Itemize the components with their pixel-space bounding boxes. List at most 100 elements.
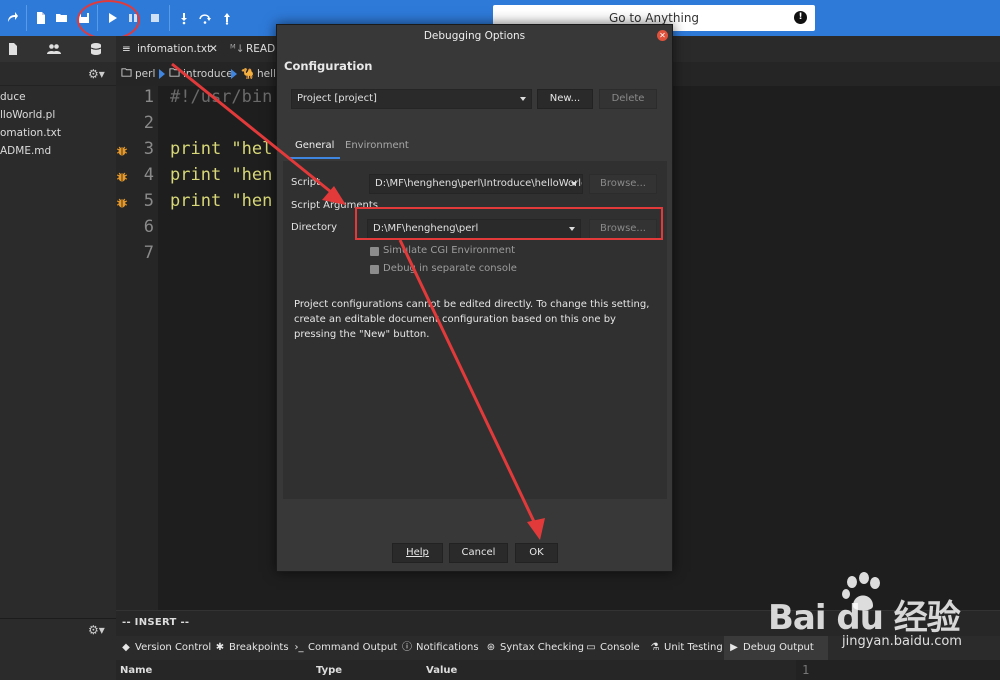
folder-icon bbox=[121, 62, 132, 86]
chevron-down-icon bbox=[571, 182, 577, 186]
tab-notifications[interactable]: ⓘ Notifications bbox=[401, 636, 479, 660]
tab-version-control[interactable]: ◆ Version Control bbox=[120, 636, 211, 660]
code-keyword: print bbox=[170, 191, 222, 211]
breadcrumb-arrow-icon bbox=[159, 69, 165, 79]
column-header-name[interactable]: Name bbox=[120, 665, 152, 676]
code-line: print "hen bbox=[170, 191, 272, 211]
step-over-icon[interactable] bbox=[195, 8, 215, 28]
sidebar-file-item[interactable]: duce bbox=[0, 88, 116, 106]
perl-camel-icon: 🐪 bbox=[241, 68, 255, 80]
tab-unit-testing[interactable]: ⚗ Unit Testing bbox=[649, 636, 723, 660]
breadcrumb-item[interactable]: perl bbox=[135, 62, 155, 86]
script-browse-button[interactable]: Browse... bbox=[589, 174, 657, 194]
breakpoint-bug-icon[interactable] bbox=[116, 145, 128, 157]
code-keyword: print bbox=[170, 165, 222, 185]
toolbar-separator bbox=[169, 5, 170, 31]
close-icon[interactable]: ✕ bbox=[657, 30, 668, 41]
redo-icon[interactable] bbox=[2, 8, 22, 28]
annotation-circle bbox=[77, 0, 140, 40]
debug-output-pane: 1 bbox=[796, 660, 1000, 680]
unit-testing-icon: ⚗ bbox=[650, 642, 660, 653]
separate-console-label: Debug in separate console bbox=[383, 263, 517, 274]
sidebar-file-item[interactable]: lloWorld.pl bbox=[0, 106, 116, 124]
syntax-checking-icon: ⊛ bbox=[486, 642, 496, 653]
gear-icon[interactable]: ⚙▾ bbox=[88, 67, 110, 81]
breadcrumb-item[interactable]: introduce bbox=[183, 62, 233, 86]
code-line: #!/usr/bin bbox=[170, 87, 273, 107]
step-into-icon[interactable] bbox=[174, 8, 194, 28]
breadcrumb-arrow-icon bbox=[231, 69, 237, 79]
cancel-button[interactable]: Cancel bbox=[449, 543, 508, 563]
annotation-highlight-box bbox=[355, 207, 663, 240]
project-config-note: Project configurations cannot be edited … bbox=[294, 299, 650, 340]
tab-console[interactable]: ▭ Console bbox=[585, 636, 639, 660]
separate-console-checkbox[interactable] bbox=[370, 265, 379, 274]
tab-infomation-txt[interactable]: infomation.txt bbox=[137, 36, 211, 62]
tab-lines-icon: ≡ bbox=[122, 43, 131, 55]
column-header-type[interactable]: Type bbox=[316, 665, 342, 676]
help-button[interactable]: Help bbox=[392, 543, 443, 563]
debug-output-icon: ▶ bbox=[730, 642, 738, 653]
line-number: 7 bbox=[143, 243, 154, 263]
line-number: 4 bbox=[143, 165, 154, 185]
close-icon[interactable]: ✕ bbox=[209, 36, 218, 62]
simulate-cgi-checkbox[interactable] bbox=[370, 247, 379, 256]
code-line: print "hel bbox=[170, 139, 272, 159]
breakpoint-bug-icon[interactable] bbox=[116, 197, 128, 209]
line-number-gutter: 1 2 3 4 5 6 7 bbox=[116, 86, 158, 610]
sidebar-file-item[interactable]: ADME.md bbox=[0, 142, 116, 160]
debugging-options-dialog: Debugging Options ✕ Configuration Projec… bbox=[276, 24, 673, 572]
chevron-down-icon bbox=[520, 97, 526, 101]
directory-label: Directory bbox=[291, 222, 338, 233]
sidebar: ⚙▾ duce lloWorld.pl omation.txt ADME.md … bbox=[0, 36, 116, 680]
delete-button[interactable]: Delete bbox=[599, 89, 657, 109]
alert-icon[interactable]: ! bbox=[794, 11, 807, 24]
notifications-icon: ⓘ bbox=[402, 642, 412, 653]
breakpoint-bug-icon[interactable] bbox=[116, 171, 128, 183]
line-number: 5 bbox=[143, 191, 154, 211]
markdown-icon: ᴹ↓ bbox=[230, 43, 245, 55]
command-output-icon: ›_ bbox=[294, 642, 304, 653]
sidebar-toolbar: ⚙▾ bbox=[0, 62, 116, 86]
tab-breakpoints[interactable]: ✱ Breakpoints bbox=[214, 636, 289, 660]
line-number: 1 bbox=[143, 87, 154, 107]
line-number: 2 bbox=[143, 113, 154, 133]
column-header-value[interactable]: Value bbox=[426, 665, 457, 676]
tab-general[interactable]: General bbox=[289, 135, 341, 159]
new-button[interactable]: New... bbox=[537, 89, 593, 109]
sidebar-tabs bbox=[0, 36, 116, 62]
configuration-select[interactable]: Project [project] bbox=[291, 89, 532, 109]
files-icon[interactable] bbox=[5, 41, 21, 57]
code-string: "hen bbox=[221, 191, 273, 211]
editor-mode: -- INSERT -- bbox=[122, 617, 190, 628]
gear-icon[interactable]: ⚙▾ bbox=[88, 623, 110, 637]
tab-syntax-checking[interactable]: ⊛ Syntax Checking bbox=[485, 636, 584, 660]
script-select[interactable]: D:\MF\hengheng\perl\Introduce\helloWorld… bbox=[369, 174, 583, 194]
code-string: "hen bbox=[221, 165, 273, 185]
new-file-icon[interactable] bbox=[31, 8, 51, 28]
line-number: 6 bbox=[143, 217, 154, 237]
database-icon[interactable] bbox=[88, 41, 104, 57]
script-label: Script bbox=[291, 177, 321, 188]
line-number: 3 bbox=[143, 139, 154, 159]
stop-icon[interactable] bbox=[145, 8, 165, 28]
open-folder-icon[interactable] bbox=[52, 8, 72, 28]
step-out-icon[interactable] bbox=[217, 8, 237, 28]
users-icon[interactable] bbox=[46, 41, 62, 57]
tab-environment[interactable]: Environment bbox=[339, 135, 415, 159]
tab-command-output[interactable]: ›_ Command Output bbox=[293, 636, 398, 660]
sidebar-bottom-toolbar: ⚙▾ bbox=[0, 618, 116, 640]
ok-button[interactable]: OK bbox=[515, 543, 558, 563]
code-string: "hel bbox=[221, 139, 273, 159]
sidebar-file-item[interactable]: omation.txt bbox=[0, 124, 116, 142]
dialog-title: Debugging Options bbox=[423, 30, 526, 42]
line-number: 1 bbox=[802, 663, 810, 677]
search-label: Go to Anything bbox=[608, 11, 700, 25]
simulate-cgi-label: Simulate CGI Environment bbox=[383, 245, 516, 256]
code-line: print "hen bbox=[170, 165, 272, 185]
watermark-brand: Bai du 经验 bbox=[768, 598, 961, 638]
watermark-url: jingyan.baidu.com bbox=[842, 634, 962, 649]
configuration-heading: Configuration bbox=[284, 59, 373, 73]
console-icon: ▭ bbox=[586, 642, 596, 653]
breakpoints-icon: ✱ bbox=[215, 642, 225, 653]
